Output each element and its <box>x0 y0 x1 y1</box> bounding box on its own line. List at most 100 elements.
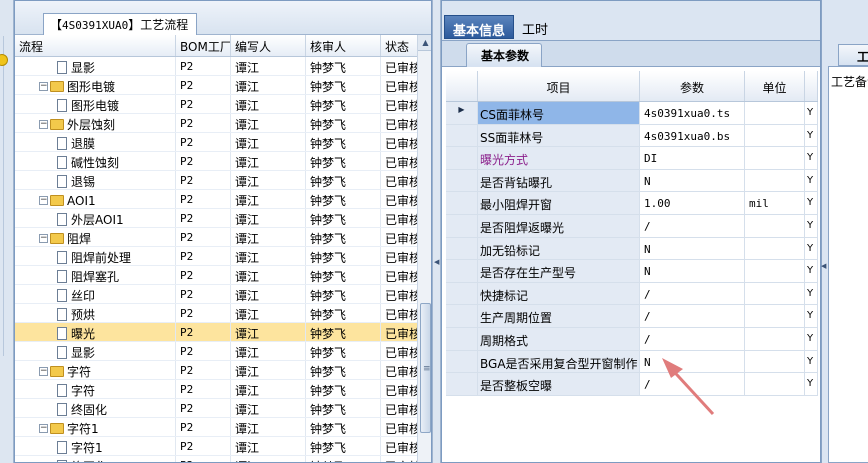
tree-node-cell[interactable]: − AOI1 <box>15 190 176 208</box>
row-indicator[interactable] <box>446 282 478 305</box>
collapse-node-icon[interactable]: − <box>39 120 48 129</box>
collapse-node-icon[interactable]: − <box>39 367 48 376</box>
param-row[interactable]: 是否背钻曝孔 N Y <box>446 169 818 193</box>
row-indicator[interactable] <box>446 147 478 169</box>
row-indicator[interactable] <box>446 214 478 237</box>
tree-node-cell[interactable]: − 阻焊 <box>15 228 176 246</box>
tree-node-cell[interactable]: − 外层蚀刻 <box>15 114 176 132</box>
row-indicator[interactable] <box>446 350 478 373</box>
param-row[interactable]: SS面菲林号 4s0391xua0.bs Y <box>446 124 818 148</box>
tree-row[interactable]: − 字符1 P2 谭江 钟梦飞 已审核 <box>15 418 431 437</box>
param-unit-cell[interactable] <box>745 305 805 327</box>
tree-node-cell[interactable]: 阻焊塞孔 <box>15 266 176 284</box>
param-value-cell[interactable]: / <box>640 305 745 327</box>
param-unit-cell[interactable] <box>745 169 805 192</box>
scroll-up-icon[interactable]: ▲ <box>418 35 431 51</box>
tree-row[interactable]: − 阻焊 P2 谭江 钟梦飞 已审核 <box>15 228 431 247</box>
tree-row[interactable]: 外层AOI1 P2 谭江 钟梦飞 已审核 <box>15 209 431 228</box>
tree-node-cell[interactable]: 显影 <box>15 342 176 360</box>
param-unit-cell[interactable] <box>745 124 805 147</box>
scroll-thumb[interactable]: ≡ <box>420 303 431 433</box>
tree-node-cell[interactable]: 碱性蚀刻 <box>15 152 176 170</box>
tree-node-cell[interactable]: 终固化 <box>15 399 176 417</box>
row-indicator[interactable] <box>446 327 478 350</box>
param-unit-cell[interactable] <box>745 350 805 373</box>
col-header-item[interactable]: 项目 <box>478 71 640 101</box>
param-unit-cell[interactable] <box>745 282 805 305</box>
col-header-flag[interactable] <box>805 71 818 101</box>
tab-process-flow[interactable]: 【4S0391XUA0】工艺流程 <box>43 13 198 35</box>
param-value-cell[interactable]: 4s0391xua0.ts <box>640 102 745 124</box>
param-value-cell[interactable]: N <box>640 169 745 192</box>
param-row[interactable]: 是否阻焊返曝光 / Y <box>446 214 818 238</box>
tree-node-cell[interactable]: − 字符1 <box>15 418 176 436</box>
param-value-cell[interactable]: N <box>640 260 745 282</box>
param-row[interactable]: 最小阻焊开窗 1.00 mil Y <box>446 192 818 215</box>
tree-node-cell[interactable]: 曝光 <box>15 323 176 341</box>
row-indicator[interactable] <box>446 169 478 192</box>
param-value-cell[interactable]: DI <box>640 147 745 169</box>
tree-row[interactable]: − 字符 P2 谭江 钟梦飞 已审核 <box>15 361 431 380</box>
panel-splitter[interactable]: ◀ <box>432 0 441 463</box>
tab-process-notes[interactable]: 工 <box>838 44 868 66</box>
col-header-status[interactable]: 状态 <box>381 35 418 56</box>
collapse-node-icon[interactable]: − <box>39 196 48 205</box>
tree-node-cell[interactable]: 退锡 <box>15 171 176 189</box>
row-indicator[interactable] <box>446 124 478 147</box>
param-row[interactable]: 曝光方式 DI Y <box>446 147 818 170</box>
row-indicator[interactable] <box>446 260 478 282</box>
param-value-cell[interactable]: / <box>640 214 745 237</box>
collapse-left-icon[interactable]: ◀ <box>434 258 439 266</box>
collapse-right-icon[interactable]: ◀ <box>821 262 826 270</box>
tree-row[interactable]: 阻焊塞孔 P2 谭江 钟梦飞 已审核 <box>15 266 431 285</box>
tree-row[interactable]: 终固化 P2谭江钟梦飞已审核 <box>15 456 431 462</box>
collapse-node-icon[interactable]: − <box>39 234 48 243</box>
param-row[interactable]: 是否整板空曝 / Y <box>446 373 818 396</box>
param-unit-cell[interactable] <box>745 373 805 395</box>
tree-row[interactable]: 显影 P2 谭江 钟梦飞 已审核 <box>15 342 431 361</box>
tab-basic-params[interactable]: 基本参数 <box>466 43 543 67</box>
tree-node-cell[interactable]: 退膜 <box>15 133 176 151</box>
param-unit-cell[interactable] <box>745 260 805 282</box>
col-header-param[interactable]: 参数 <box>640 71 745 101</box>
param-row[interactable]: 生产周期位置 / Y <box>446 305 818 328</box>
tree-row[interactable]: − 外层蚀刻 P2 谭江 钟梦飞 已审核 <box>15 114 431 133</box>
param-row[interactable]: 快捷标记 / Y <box>446 282 818 306</box>
row-indicator[interactable] <box>446 192 478 214</box>
tree-row[interactable]: 退膜 P2 谭江 钟梦飞 已审核 <box>15 133 431 152</box>
tree-row[interactable]: − 图形电镀 P2 谭江 钟梦飞 已审核 <box>15 76 431 95</box>
param-row[interactable]: BGA是否采用复合型开窗制作 N Y <box>446 350 818 374</box>
tree-node-cell[interactable]: 字符 <box>15 380 176 398</box>
param-row[interactable]: 加无铅标记 N Y <box>446 237 818 261</box>
tree-node-cell[interactable]: 阻焊前处理 <box>15 247 176 265</box>
row-indicator[interactable] <box>446 373 478 395</box>
col-header-reviewer[interactable]: 核审人 <box>306 35 381 56</box>
param-unit-cell[interactable] <box>745 147 805 169</box>
row-indicator[interactable] <box>446 237 478 260</box>
tree-node-cell[interactable]: 外层AOI1 <box>15 209 176 227</box>
tree-row[interactable]: 预烘 P2 谭江 钟梦飞 已审核 <box>15 304 431 323</box>
tab-work-hours[interactable]: 工时 <box>514 15 556 39</box>
tree-row[interactable]: 显影 P2 谭江 钟梦飞 已审核 <box>15 57 431 76</box>
tree-row[interactable]: 终固化 P2谭江钟梦飞已审核 <box>15 399 431 418</box>
tree-row[interactable]: − AOI1 P2 谭江 钟梦飞 已审核 <box>15 190 431 209</box>
col-header-flow[interactable]: 流程 <box>15 35 176 56</box>
param-unit-cell[interactable]: mil <box>745 192 805 214</box>
tree-node-cell[interactable]: 丝印 <box>15 285 176 303</box>
tree-scrollbar[interactable]: ▲ ≡ <box>417 35 431 462</box>
tree-row[interactable]: 曝光 P2 谭江 钟梦飞 已审核 <box>15 323 431 342</box>
param-value-cell[interactable]: 1.00 <box>640 192 745 214</box>
param-value-cell[interactable]: N <box>640 237 745 260</box>
param-unit-cell[interactable] <box>745 237 805 260</box>
tree-row[interactable]: 阻焊前处理 P2 谭江 钟梦飞 已审核 <box>15 247 431 266</box>
param-row[interactable]: 是否存在生产型号 N Y <box>446 260 818 283</box>
tree-row[interactable]: 字符1 P2 谭江 钟梦飞 已审核 <box>15 437 431 456</box>
param-value-cell[interactable]: 4s0391xua0.bs <box>640 124 745 147</box>
tree-node-cell[interactable]: 字符1 <box>15 437 176 455</box>
param-unit-cell[interactable] <box>745 214 805 237</box>
param-value-cell[interactable]: / <box>640 327 745 350</box>
current-row-indicator-icon[interactable]: ▶ <box>446 102 478 124</box>
tree-node-cell[interactable]: 显影 <box>15 57 176 75</box>
param-row[interactable]: ▶ CS面菲林号 4s0391xua0.ts Y <box>446 102 818 125</box>
col-header-writer[interactable]: 编写人 <box>231 35 306 56</box>
